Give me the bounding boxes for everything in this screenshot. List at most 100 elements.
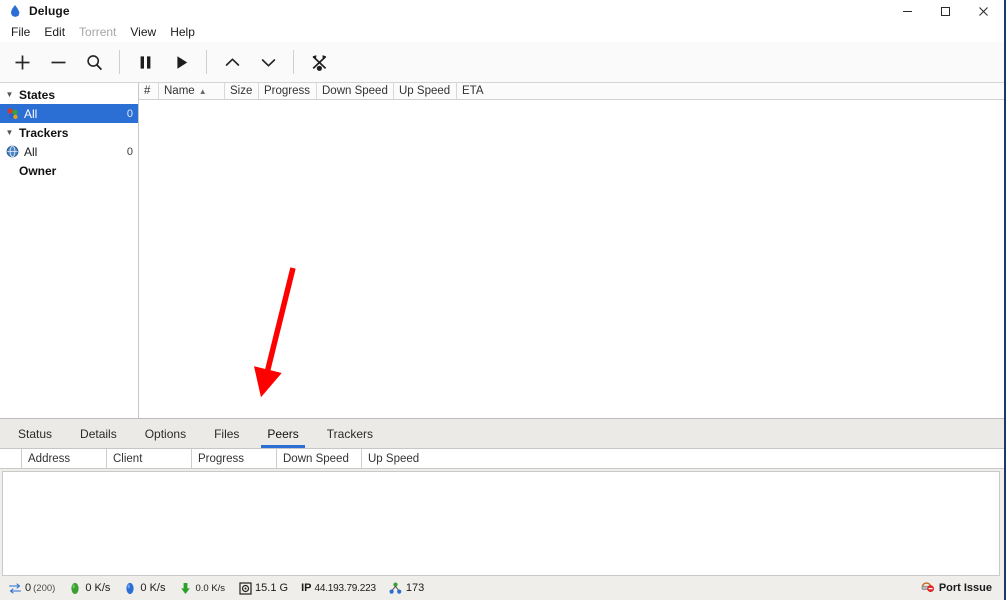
sidebar-item-trackers-all[interactable]: All 0 — [0, 142, 138, 161]
maximize-button[interactable] — [926, 0, 964, 22]
main-toolbar — [0, 42, 1004, 83]
tab-options-label: Options — [144, 426, 187, 441]
minimize-button[interactable] — [888, 0, 926, 22]
plus-icon — [15, 55, 29, 69]
status-upload-speed[interactable]: 0 K/s — [123, 581, 165, 595]
menu-edit[interactable]: Edit — [37, 23, 72, 41]
status-protocol-traffic-value: 0.0 K/s — [195, 582, 226, 594]
menu-torrent: Torrent — [79, 24, 117, 39]
status-dht-nodes[interactable]: 173 — [389, 581, 424, 595]
resume-button[interactable] — [163, 45, 199, 79]
toolbar-separator-3 — [293, 50, 294, 74]
sidebar-item-states-all-count: 0 — [126, 107, 133, 120]
column-header-progress[interactable]: Progress — [259, 83, 317, 99]
column-header-size[interactable]: Size — [225, 83, 259, 99]
torrent-list-pane: # Name ▲ Size Progress Down Speed Up Spe… — [139, 83, 1004, 418]
peers-column-header-up-speed[interactable]: Up Speed — [362, 449, 1004, 468]
details-tab-bar: Status Details Options Files Peers Track… — [0, 418, 1004, 449]
remove-torrent-button[interactable] — [40, 45, 76, 79]
menu-view[interactable]: View — [123, 23, 163, 41]
status-bar: 0 (200) 0 K/s 0 K/s 0.0 K/s 15.1 G IP 44… — [0, 576, 1004, 600]
down-arrow-green-icon — [68, 581, 82, 595]
column-header-number[interactable]: # — [139, 83, 159, 99]
column-header-name-label: Name — [164, 85, 195, 97]
status-connections[interactable]: 0 (200) — [8, 581, 55, 595]
chevron-down-icon — [261, 58, 275, 67]
toolbar-separator-1 — [119, 50, 120, 74]
status-external-ip[interactable]: IP 44.193.79.223 — [301, 582, 376, 594]
tab-details[interactable]: Details — [66, 419, 131, 448]
disk-icon — [238, 581, 252, 595]
peers-pane: Address Client Progress Down Speed Up Sp… — [0, 449, 1004, 576]
queue-up-button[interactable] — [214, 45, 250, 79]
tab-options[interactable]: Options — [131, 419, 200, 448]
status-protocol-traffic[interactable]: 0.0 K/s — [178, 581, 225, 595]
peers-table-body[interactable] — [2, 471, 1000, 576]
menu-help[interactable]: Help — [163, 23, 202, 41]
status-external-ip-value: 44.193.79.223 — [314, 582, 376, 594]
close-button[interactable] — [964, 0, 1002, 22]
torrent-list-header: # Name ▲ Size Progress Down Speed Up Spe… — [139, 83, 1004, 100]
menu-file[interactable]: File — [4, 23, 37, 41]
close-icon — [978, 6, 988, 16]
triangle-down-icon: ▼ — [5, 89, 14, 99]
sidebar-group-trackers[interactable]: ▼ Trackers — [0, 123, 138, 142]
status-connections-value: 0 — [25, 582, 32, 594]
sidebar-group-trackers-label: Trackers — [19, 125, 69, 140]
queue-down-button[interactable] — [250, 45, 286, 79]
sidebar-group-owner[interactable]: Owner — [0, 161, 138, 180]
minus-icon — [51, 61, 65, 63]
window-controls — [888, 0, 1002, 22]
tab-files-label: Files — [214, 426, 240, 441]
peers-column-header-address[interactable]: Address — [22, 449, 107, 468]
peers-column-header-down-speed-label: Down Speed — [283, 452, 349, 465]
pause-button[interactable] — [127, 45, 163, 79]
peers-table-header: Address Client Progress Down Speed Up Sp… — [0, 449, 1004, 469]
status-upload-speed-value: 0 K/s — [140, 582, 166, 594]
maximize-icon — [940, 6, 950, 16]
peers-column-header-address-label: Address — [28, 452, 71, 465]
states-all-icon — [5, 106, 20, 121]
play-icon — [176, 55, 187, 69]
status-port-issue[interactable]: Port Issue — [921, 580, 992, 596]
tab-peers[interactable]: Peers — [253, 419, 312, 448]
minimize-icon — [902, 10, 912, 12]
peers-column-header-client[interactable]: Client — [107, 449, 192, 468]
sidebar-group-owner-label: Owner — [19, 163, 57, 178]
column-header-name[interactable]: Name ▲ — [159, 83, 225, 99]
column-header-eta-label: ETA — [462, 85, 484, 97]
sidebar-group-states[interactable]: ▼ States — [0, 85, 138, 104]
toolbar-separator-2 — [206, 50, 207, 74]
deluge-window: Deluge File Edit Torrent View Help ▼ Sta… — [0, 0, 1006, 600]
search-button[interactable] — [76, 45, 112, 79]
torrent-list-body[interactable] — [139, 100, 1004, 418]
pause-icon — [140, 55, 150, 69]
tab-trackers[interactable]: Trackers — [313, 419, 387, 448]
peers-column-header-down-speed[interactable]: Down Speed — [277, 449, 362, 468]
column-header-up-speed-label: Up Speed — [399, 85, 451, 97]
status-download-speed[interactable]: 0 K/s — [68, 581, 110, 595]
column-header-size-label: Size — [230, 85, 253, 97]
column-header-number-label: # — [144, 85, 151, 97]
column-header-down-speed[interactable]: Down Speed — [317, 83, 394, 99]
sidebar-item-states-all[interactable]: All 0 — [0, 104, 138, 123]
peers-column-header-flag — [0, 449, 22, 468]
status-free-space[interactable]: 15.1 G — [238, 581, 288, 595]
status-free-space-value: 15.1 G — [255, 582, 289, 594]
window-title: Deluge — [29, 4, 70, 18]
tab-status[interactable]: Status — [4, 419, 66, 448]
status-port-issue-label: Port Issue — [938, 582, 992, 594]
dht-nodes-icon — [389, 581, 403, 595]
title-bar: Deluge — [0, 0, 1004, 22]
peers-column-header-progress[interactable]: Progress — [192, 449, 277, 468]
status-dht-nodes-value: 173 — [405, 582, 425, 594]
sort-ascending-icon: ▲ — [198, 86, 207, 96]
status-connections-max: (200) — [33, 582, 56, 594]
add-torrent-button[interactable] — [4, 45, 40, 79]
column-header-progress-label: Progress — [264, 85, 311, 97]
preferences-button[interactable] — [301, 45, 337, 79]
tab-files[interactable]: Files — [200, 419, 253, 448]
column-header-up-speed[interactable]: Up Speed — [394, 83, 457, 99]
peers-column-header-client-label: Client — [113, 452, 143, 465]
column-header-eta[interactable]: ETA — [457, 83, 1004, 99]
